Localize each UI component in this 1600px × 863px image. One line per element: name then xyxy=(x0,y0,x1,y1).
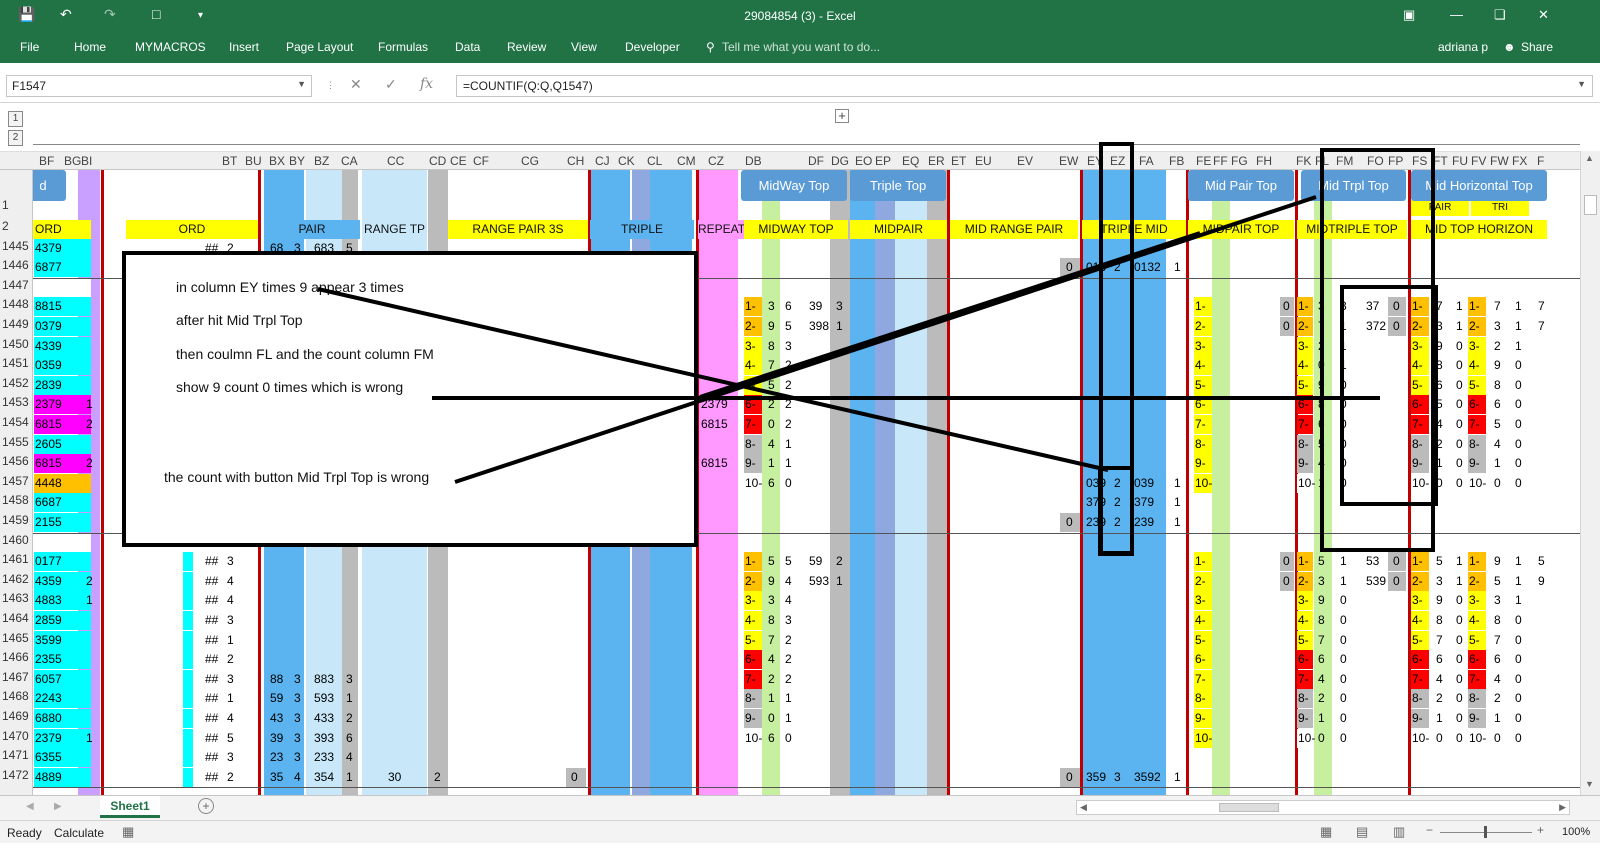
excel-window: 💾 ↶ ↷ □ ▾ 29084854 (3) - Excel ▣ — ❏ ✕ F… xyxy=(0,0,1600,863)
scroll-up-icon[interactable]: ▲ xyxy=(1585,153,1594,163)
zoom-out-icon[interactable]: − xyxy=(1426,823,1433,837)
zoom-level[interactable]: 100% xyxy=(1562,826,1590,838)
highlight-box-ey-values xyxy=(1098,466,1134,556)
arrow-line-button xyxy=(454,195,1317,484)
h-scroll-thumb[interactable] xyxy=(1219,803,1279,812)
scroll-down-icon[interactable]: ▼ xyxy=(1585,779,1594,789)
add-sheet-icon[interactable]: + xyxy=(198,798,214,814)
scroll-left-icon[interactable]: ◀ xyxy=(1080,802,1087,813)
scroll-right-icon[interactable]: ▶ xyxy=(1559,802,1566,813)
zoom-slider-thumb[interactable] xyxy=(1484,826,1487,838)
status-calculate: Calculate xyxy=(54,826,105,840)
vertical-scrollbar[interactable]: ▲ ▼ xyxy=(1580,151,1600,795)
scroll-thumb[interactable] xyxy=(1584,195,1597,215)
page-layout-view-icon[interactable]: ▤ xyxy=(1356,824,1368,840)
next-sheet-icon[interactable]: ▶ xyxy=(54,801,62,812)
arrow-line-ey xyxy=(317,287,1109,472)
macro-record-icon[interactable]: ▦ xyxy=(122,824,134,840)
zoom-in-icon[interactable]: + xyxy=(1537,823,1544,837)
horizontal-scrollbar[interactable]: ◀ ▶ xyxy=(1076,800,1570,815)
prev-sheet-icon[interactable]: ◀ xyxy=(26,801,34,812)
sheet-tab-sheet1[interactable]: Sheet1 xyxy=(100,796,160,818)
status-bar: Ready Calculate ▦ ▦ ▤ ▥ − + 100% xyxy=(0,820,1600,843)
normal-view-icon[interactable]: ▦ xyxy=(1320,824,1332,840)
sheet-tab-bar: ◀ ▶ Sheet1 + ◀ ▶ xyxy=(0,795,1600,820)
page-break-view-icon[interactable]: ▥ xyxy=(1393,824,1405,840)
highlight-box-counts xyxy=(1340,285,1438,506)
status-ready: Ready xyxy=(7,826,42,840)
